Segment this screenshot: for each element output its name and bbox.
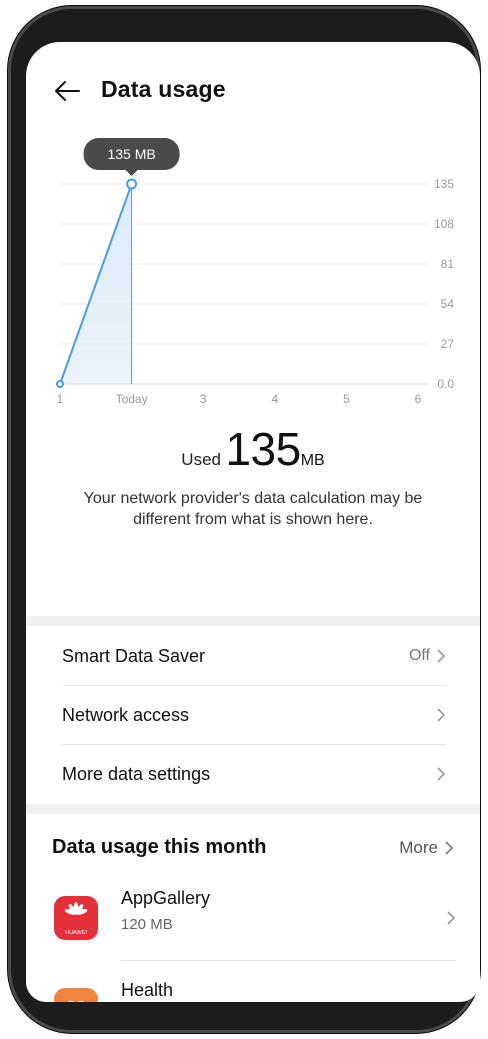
smart-data-saver-label: Smart Data Saver <box>62 645 206 666</box>
x-tick-label: Today <box>116 392 148 406</box>
x-tick-label: 5 <box>343 392 350 406</box>
app-row-appgallery[interactable]: HUAWEI AppGallery 120 MB <box>52 888 456 954</box>
x-tick-label: 3 <box>200 392 207 406</box>
y-tick-label: 0.0 <box>437 377 454 391</box>
y-tick-label: 27 <box>441 337 455 351</box>
more-label: More <box>399 838 438 857</box>
more-data-settings-label: More data settings <box>62 763 211 784</box>
provider-note: Your network provider's data calculation… <box>83 490 423 528</box>
header: Data usage <box>26 42 480 138</box>
data-point <box>56 380 64 388</box>
usage-chart: 135 108 81 54 27 0.0 1 Today 3 4 5 6 135 MB <box>26 130 480 410</box>
network-access-label: Network access <box>62 704 190 725</box>
chevron-right-icon <box>447 911 456 925</box>
y-tick-label: 108 <box>434 217 454 231</box>
month-usage-title: Data usage this month <box>52 836 267 858</box>
x-tick-label: 4 <box>271 392 278 406</box>
chevron-right-icon <box>437 767 446 781</box>
network-access-row[interactable]: Network access <box>62 686 446 744</box>
y-tick-label: 54 <box>441 297 455 311</box>
data-point <box>126 178 138 190</box>
tooltip-pointer <box>125 170 138 176</box>
more-data-settings-row[interactable]: More data settings <box>62 745 446 803</box>
svg-text:HUAWEI: HUAWEI <box>65 930 87 936</box>
section-separator <box>26 616 480 626</box>
usage-chart-svg: 135 108 81 54 27 0.0 1 Today 3 4 5 6 135 MB <box>56 138 455 406</box>
app-row-health[interactable]: Health <box>52 980 456 1002</box>
used-label: Used <box>181 450 221 469</box>
health-heart-icon <box>54 988 98 1002</box>
app-size: 120 MB <box>121 916 173 933</box>
chevron-right-icon <box>445 841 454 855</box>
page-title: Data usage <box>101 76 226 102</box>
x-tick-label: 1 <box>57 392 64 406</box>
chevron-right-icon <box>437 708 446 722</box>
app-name: AppGallery <box>121 888 211 908</box>
used-unit: MB <box>300 452 325 469</box>
smart-data-saver-value: Off <box>408 647 430 664</box>
huawei-appgallery-icon: HUAWEI <box>54 896 98 940</box>
back-arrow-icon[interactable] <box>52 76 82 106</box>
app-name: Health <box>121 980 174 1000</box>
more-button[interactable]: More <box>399 838 454 858</box>
smart-data-saver-row[interactable]: Smart Data Saver Off <box>62 627 446 685</box>
y-tick-label: 135 <box>434 177 454 191</box>
screen: Data usage 135 108 81 54 27 0.0 1 Today 3 4 5 6 135 … <box>26 42 480 1002</box>
used-value: 135 <box>225 423 301 475</box>
chevron-right-icon <box>437 649 446 663</box>
row-divider <box>121 960 456 961</box>
tooltip-label: 135 MB <box>107 146 155 162</box>
used-summary: Used 135MB <box>26 422 480 476</box>
y-tick-label: 81 <box>441 257 455 271</box>
section-separator <box>26 804 480 814</box>
x-tick-label: 6 <box>415 392 422 406</box>
